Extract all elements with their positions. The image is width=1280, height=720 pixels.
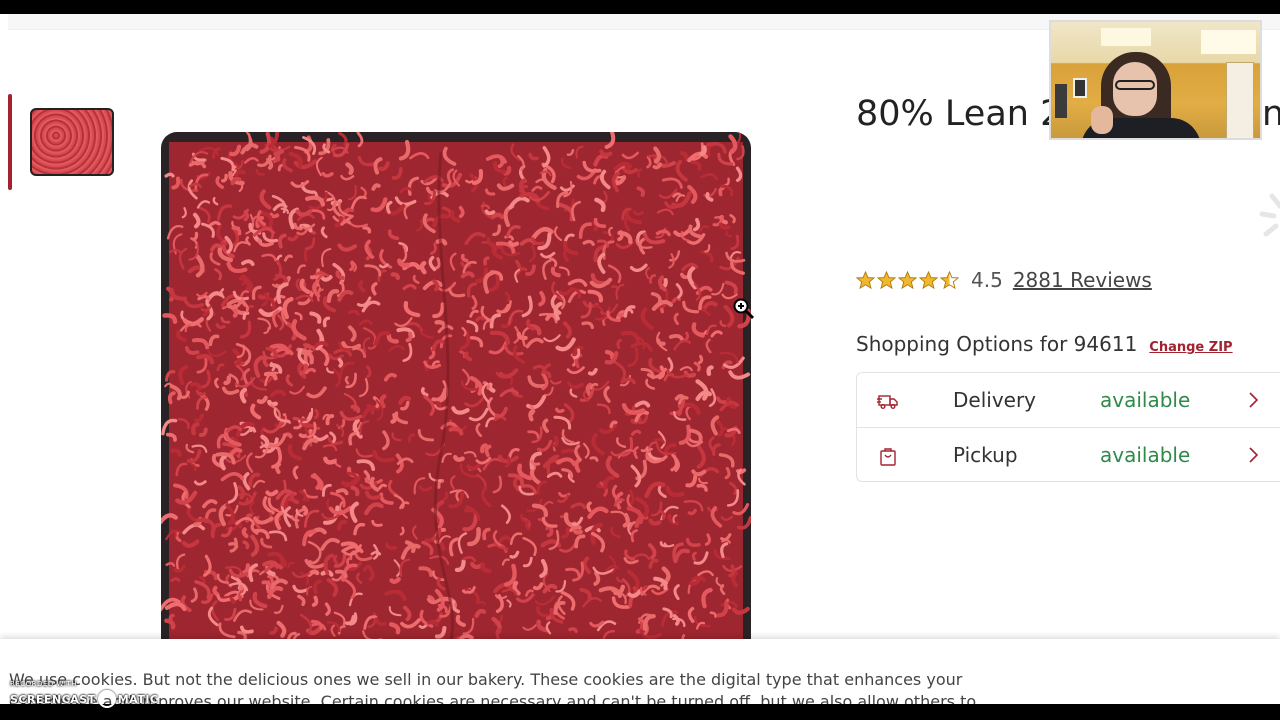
webcam-overlay bbox=[1049, 20, 1262, 140]
star-full-icon bbox=[919, 270, 938, 289]
loading-spinner-icon bbox=[1259, 193, 1280, 237]
shopping-options-header: Shopping Options for 94611 Change ZIP bbox=[856, 332, 1233, 356]
browser-viewport: 80% Lean 2 n 4.5 2881 Reviews Shopping O… bbox=[0, 14, 1280, 704]
pickup-label: Pickup bbox=[953, 442, 1018, 467]
watermark-brand-right: MATIC bbox=[117, 692, 159, 706]
product-rating: 4.5 2881 Reviews bbox=[856, 268, 1152, 292]
delivery-label: Delivery bbox=[953, 388, 1037, 412]
watermark-logo-icon bbox=[97, 690, 116, 708]
zoom-cursor-icon bbox=[733, 298, 755, 320]
delivery-truck-icon bbox=[877, 395, 898, 409]
shopping-options-label: Shopping Options for 94611 bbox=[856, 332, 1138, 356]
delivery-option[interactable]: Delivery available bbox=[857, 373, 1280, 427]
star-half-icon bbox=[940, 270, 959, 289]
thumbnail-selected-indicator bbox=[8, 94, 12, 190]
star-full-icon bbox=[898, 270, 917, 289]
chevron-right-icon bbox=[1249, 392, 1259, 408]
cookie-banner: We use cookies. But not the delicious on… bbox=[0, 639, 1280, 704]
product-main-image[interactable] bbox=[161, 132, 751, 640]
star-full-icon bbox=[877, 270, 896, 289]
watermark-brand-left: SCREENCAST bbox=[10, 692, 96, 706]
fulfillment-options: Delivery available Pickup available bbox=[856, 372, 1280, 482]
product-thumbnail[interactable] bbox=[30, 108, 114, 176]
star-full-icon bbox=[856, 270, 875, 289]
product-title-tail: n bbox=[1262, 94, 1280, 134]
change-zip-link[interactable]: Change ZIP bbox=[1149, 340, 1232, 355]
chevron-right-icon bbox=[1249, 447, 1259, 463]
product-title: 80% Lean 2 bbox=[856, 94, 1063, 134]
shopping-bag-icon bbox=[880, 448, 896, 466]
pickup-option[interactable]: Pickup available bbox=[857, 427, 1280, 481]
ground-beef-image bbox=[161, 132, 751, 640]
pickup-status: available bbox=[1100, 442, 1191, 467]
rating-stars bbox=[856, 270, 959, 290]
screencast-watermark: RECORDED WITH SCREENCAST MATIC bbox=[10, 680, 159, 708]
reviews-link[interactable]: 2881 Reviews bbox=[1013, 268, 1152, 292]
rating-value: 4.5 bbox=[971, 268, 1003, 292]
watermark-small-text: RECORDED WITH bbox=[10, 680, 78, 688]
delivery-status: available bbox=[1100, 388, 1191, 412]
